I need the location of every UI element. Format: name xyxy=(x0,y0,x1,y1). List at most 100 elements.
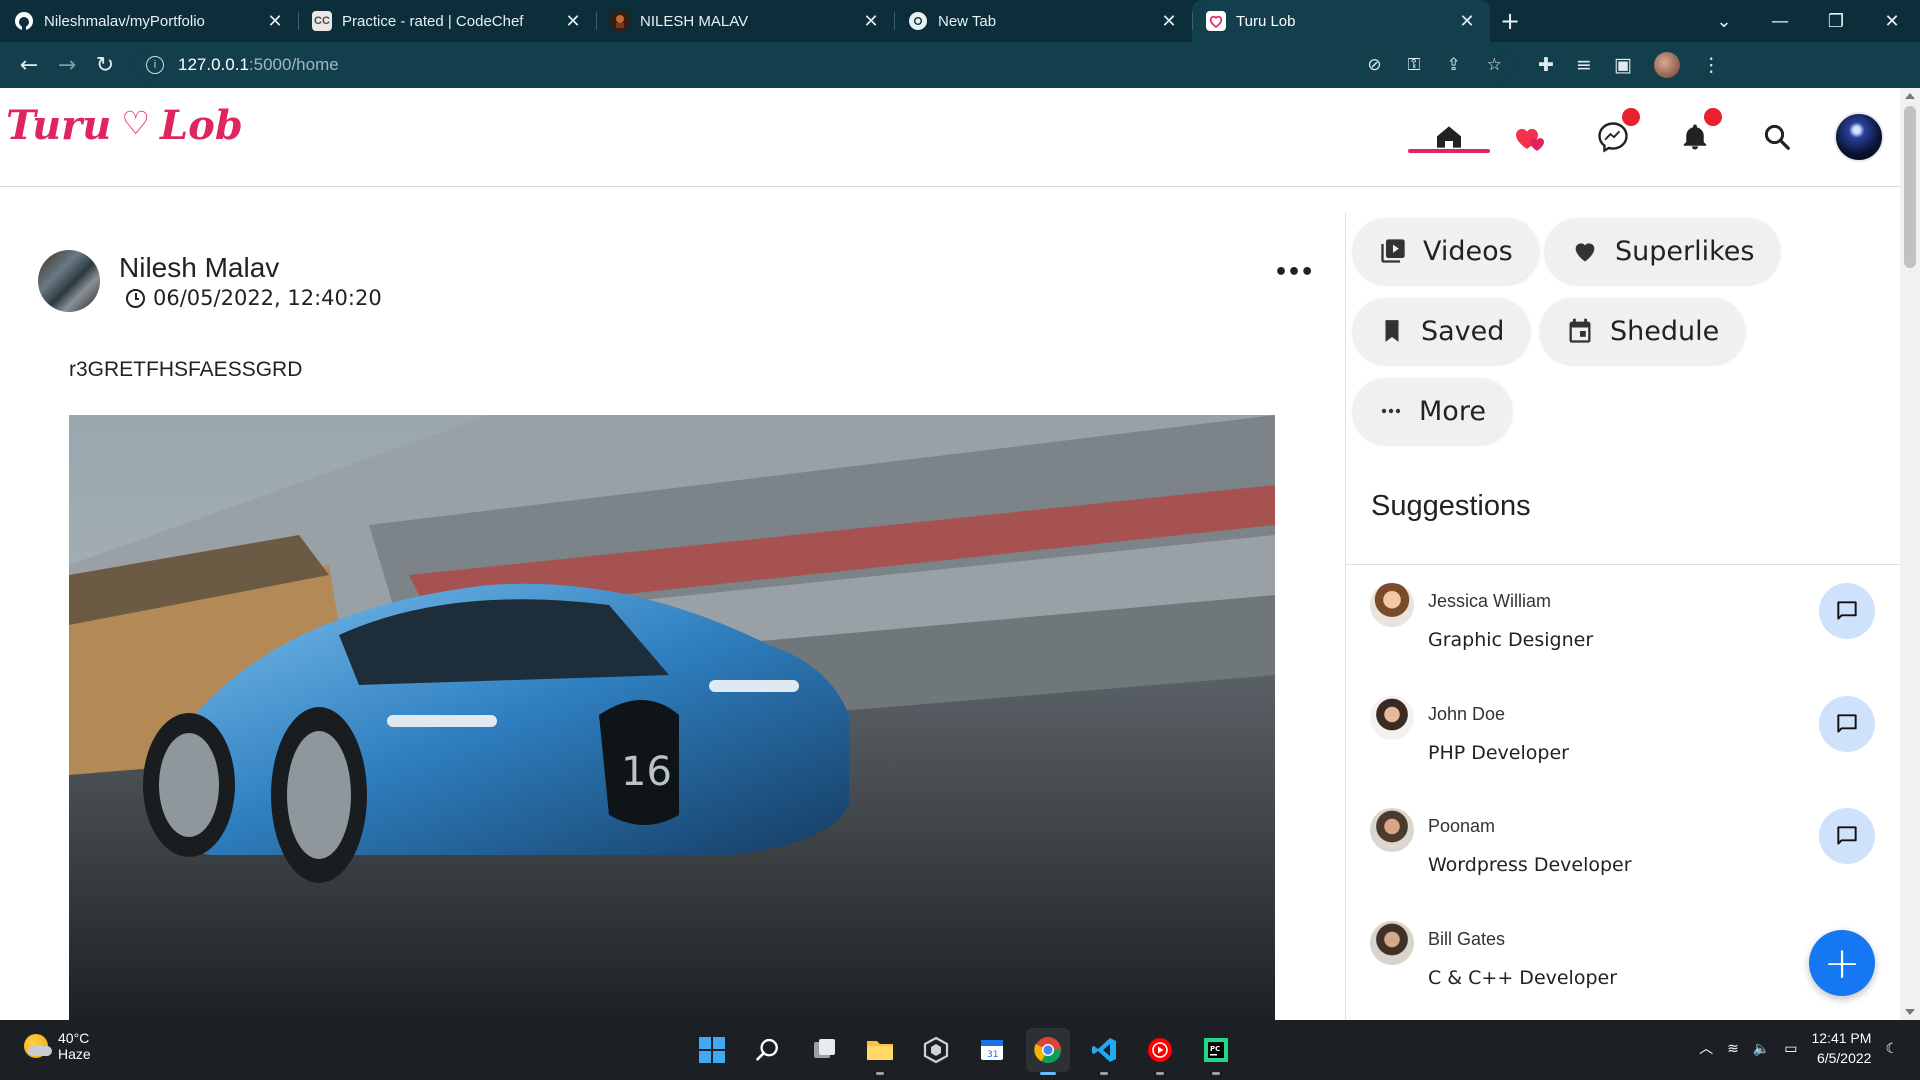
tab-label: Nileshmalav/myPortfolio xyxy=(44,12,205,30)
tab-close-icon[interactable]: ✕ xyxy=(1160,11,1178,32)
back-icon[interactable]: ← xyxy=(10,46,48,84)
windows-icon xyxy=(699,1037,725,1063)
bookmark-star-icon[interactable]: ☆ xyxy=(1487,55,1502,75)
location-blocked-icon[interactable]: ⊘ xyxy=(1367,55,1381,75)
tab-new-tab[interactable]: New Tab ✕ xyxy=(894,0,1192,42)
browser-menu-icon[interactable]: ⋮ xyxy=(1702,54,1721,76)
weather-widget[interactable]: 40°C Haze xyxy=(24,1030,91,1062)
chip-label: Videos xyxy=(1423,235,1513,267)
chip-more[interactable]: More xyxy=(1353,378,1512,444)
codechef-icon: CC xyxy=(312,11,332,31)
chip-saved[interactable]: Saved xyxy=(1353,298,1531,364)
minimize-icon[interactable]: — xyxy=(1752,0,1808,42)
nav-search[interactable] xyxy=(1736,88,1818,186)
post-timestamp-text: 06/05/2022, 12:40:20 xyxy=(153,286,382,310)
post-options-button[interactable]: ••• xyxy=(1274,260,1314,285)
chip-schedule[interactable]: Shedule xyxy=(1540,298,1746,364)
app-pycharm[interactable]: PC xyxy=(1194,1028,1238,1075)
focus-assist-icon[interactable]: ☾ xyxy=(1885,1040,1898,1057)
close-window-icon[interactable]: ✕ xyxy=(1864,0,1920,42)
reading-list-icon[interactable]: ≡ xyxy=(1576,54,1592,76)
tab-turu-lob[interactable]: Turu Lob ✕ xyxy=(1192,0,1490,42)
message-button[interactable] xyxy=(1819,583,1875,639)
post-author-avatar[interactable] xyxy=(38,250,100,312)
taskbar-apps: 31 PC xyxy=(690,1028,1238,1075)
nav-home[interactable] xyxy=(1408,88,1490,186)
tray-overflow-icon[interactable]: ︿ xyxy=(1699,1038,1713,1058)
key-icon[interactable]: ⚿ xyxy=(1408,55,1421,75)
system-tray: ︿ ≋ 🔈 ▭ 12:41 PM 6/5/2022 ☾ xyxy=(1699,1028,1898,1068)
scroll-up-icon[interactable] xyxy=(1905,93,1915,99)
browser-profile-avatar[interactable] xyxy=(1653,52,1680,78)
restore-icon[interactable]: ❐ xyxy=(1808,0,1864,42)
reload-icon[interactable]: ↻ xyxy=(86,46,124,84)
scroll-down-icon[interactable] xyxy=(1905,1009,1915,1015)
app-unity[interactable] xyxy=(914,1028,958,1072)
task-view-button[interactable] xyxy=(802,1028,846,1072)
suggestion-name[interactable]: Bill Gates xyxy=(1428,929,1505,950)
tab-search-icon[interactable]: ⌄ xyxy=(1696,0,1752,42)
nav-notifications[interactable] xyxy=(1654,88,1736,186)
chrome-icon xyxy=(1034,1037,1062,1064)
message-button[interactable] xyxy=(1819,696,1875,752)
nav-messages[interactable] xyxy=(1572,88,1654,186)
site-logo[interactable]: Turu ♡ Lob xyxy=(6,102,243,149)
tab-codechef[interactable]: CC Practice - rated | CodeChef ✕ xyxy=(298,0,596,42)
volume-icon[interactable]: 🔈 xyxy=(1753,1040,1770,1057)
tab-close-icon[interactable]: ✕ xyxy=(1458,11,1476,32)
bell-icon xyxy=(1683,124,1707,150)
suggestion-name[interactable]: Poonam xyxy=(1428,816,1495,837)
battery-icon[interactable]: ▭ xyxy=(1784,1040,1797,1057)
tab-portfolio[interactable]: NILESH MALAV ✕ xyxy=(596,0,894,42)
post-author-name[interactable]: Nilesh Malav xyxy=(119,252,279,284)
create-post-button[interactable]: + xyxy=(1809,930,1875,996)
new-tab-button[interactable]: + xyxy=(1490,0,1530,42)
post-image[interactable]: 16 xyxy=(69,415,1275,1021)
scrollbar-thumb[interactable] xyxy=(1904,106,1916,268)
site-info-icon[interactable]: i xyxy=(146,56,164,74)
share-icon[interactable]: ⇪ xyxy=(1447,55,1461,75)
taskbar-clock[interactable]: 12:41 PM 6/5/2022 xyxy=(1812,1028,1872,1068)
suggestion-name[interactable]: John Doe xyxy=(1428,704,1505,725)
suggestion-avatar[interactable] xyxy=(1370,696,1414,740)
suggestion-role: C & C++ Developer xyxy=(1428,967,1618,989)
pycharm-icon: PC xyxy=(1204,1038,1228,1062)
chat-icon xyxy=(1837,601,1857,620)
weather-haze-icon xyxy=(24,1034,52,1058)
weather-desc: Haze xyxy=(58,1046,91,1062)
app-youtube-music[interactable] xyxy=(1138,1028,1182,1075)
message-button[interactable] xyxy=(1819,808,1875,864)
right-sidebar: Videos Superlikes Saved Shedule More Sug… xyxy=(1345,212,1900,1020)
side-panel-icon[interactable]: ▣ xyxy=(1614,54,1632,76)
tab-label: Turu Lob xyxy=(1236,12,1296,30)
extensions-icon[interactable]: ✚ xyxy=(1538,54,1554,76)
chip-videos[interactable]: Videos xyxy=(1353,218,1539,284)
file-explorer[interactable] xyxy=(858,1028,902,1075)
suggestion-name[interactable]: Jessica William xyxy=(1428,591,1551,612)
app-calendar[interactable]: 31 xyxy=(970,1028,1014,1072)
more-dots-icon xyxy=(1381,408,1401,414)
chip-superlikes[interactable]: Superlikes xyxy=(1545,218,1781,284)
wifi-icon[interactable]: ≋ xyxy=(1727,1040,1739,1057)
taskbar-time: 12:41 PM xyxy=(1811,1030,1872,1046)
tab-label: New Tab xyxy=(938,12,997,30)
clock-icon xyxy=(126,288,145,308)
address-bar[interactable]: i 127.0.0.1:5000/home ⊘ ⚿ ⇪ ☆ xyxy=(134,48,1514,82)
tab-github[interactable]: Nileshmalav/myPortfolio ✕ xyxy=(0,0,298,42)
tab-close-icon[interactable]: ✕ xyxy=(862,11,880,32)
taskbar-search[interactable] xyxy=(746,1028,790,1072)
youtube-music-icon xyxy=(1148,1038,1172,1062)
app-chrome[interactable] xyxy=(1026,1028,1070,1075)
tab-close-icon[interactable]: ✕ xyxy=(564,11,582,32)
logo-text-left: Turu xyxy=(6,102,112,149)
suggestion-avatar[interactable] xyxy=(1370,808,1414,852)
nav-profile[interactable] xyxy=(1818,88,1900,186)
page-scrollbar[interactable] xyxy=(1900,88,1920,1020)
app-vscode[interactable] xyxy=(1082,1028,1126,1075)
nav-superlikes[interactable] xyxy=(1490,88,1572,186)
start-button[interactable] xyxy=(690,1028,734,1072)
tab-close-icon[interactable]: ✕ xyxy=(266,11,284,32)
suggestion-avatar[interactable] xyxy=(1370,921,1414,965)
suggestion-avatar[interactable] xyxy=(1370,583,1414,627)
forward-icon[interactable]: → xyxy=(48,46,86,84)
